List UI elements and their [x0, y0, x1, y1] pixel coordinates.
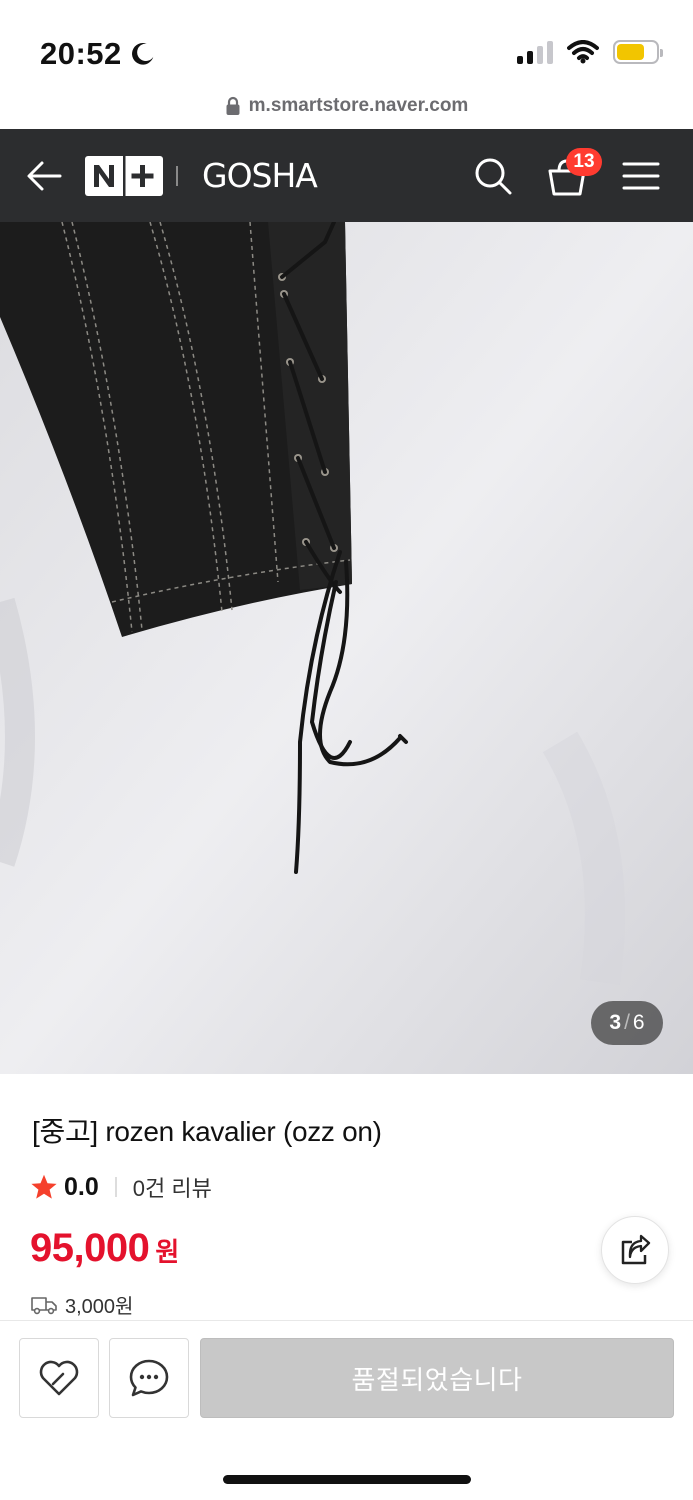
store-header: GOSHA 13	[0, 129, 693, 222]
wifi-icon	[567, 40, 599, 64]
price-value: 95,000	[30, 1226, 150, 1270]
heart-check-icon	[39, 1360, 79, 1396]
shipping-row: 3,000원	[31, 1290, 133, 1319]
home-indicator[interactable]	[223, 1475, 471, 1484]
soldout-button[interactable]: 품절되었습니다	[200, 1338, 674, 1418]
lock-icon	[226, 96, 240, 115]
cart-count-badge: 13	[566, 148, 602, 176]
image-counter-current: 3	[609, 1011, 622, 1034]
cellular-signal-icon	[517, 40, 553, 64]
image-counter-separator: /	[624, 1011, 630, 1034]
product-title: [중고] rozen kavalier (ozz on)	[32, 1116, 382, 1147]
share-button[interactable]	[601, 1216, 669, 1284]
rating-divider	[114, 1177, 117, 1197]
price-currency: 원	[155, 1237, 180, 1267]
status-bar: 20:52	[0, 0, 693, 90]
talk-talk-button[interactable]	[109, 1338, 189, 1418]
url-text: m.smartstore.naver.com	[248, 95, 469, 116]
truck-icon	[31, 1296, 57, 1314]
star-icon	[31, 1174, 57, 1199]
wishlist-button[interactable]	[19, 1338, 99, 1418]
image-counter: 3 / 6	[591, 1001, 663, 1045]
status-indicators	[517, 40, 663, 64]
moon-icon	[131, 42, 154, 65]
review-count[interactable]: 0건 리뷰	[133, 1171, 212, 1203]
browser-url-bar[interactable]: m.smartstore.naver.com	[0, 86, 693, 126]
menu-icon[interactable]	[622, 161, 660, 191]
store-name[interactable]: GOSHA	[202, 156, 318, 195]
battery-level	[617, 44, 644, 60]
product-photo-illustration	[0, 222, 693, 1074]
share-icon	[621, 1234, 651, 1265]
time-text: 20:52	[40, 36, 122, 71]
rating-row[interactable]: 0.0 0건 리뷰	[30, 1170, 212, 1204]
status-time: 20:52	[40, 36, 156, 72]
image-counter-total: 6	[632, 1011, 645, 1034]
n-plus-mark-icon	[94, 156, 154, 196]
chat-bubble-icon	[129, 1359, 169, 1397]
rating-value: 0.0	[64, 1172, 99, 1201]
back-arrow-icon[interactable]	[26, 159, 62, 193]
battery-icon	[613, 40, 663, 64]
naver-plus-logo[interactable]	[85, 156, 163, 196]
shipping-fee: 3,000원	[65, 1296, 134, 1318]
header-divider	[176, 166, 178, 186]
search-icon[interactable]	[473, 156, 513, 196]
price-row: 95,000 원	[30, 1226, 179, 1271]
product-image[interactable]: 3 / 6	[0, 222, 693, 1074]
